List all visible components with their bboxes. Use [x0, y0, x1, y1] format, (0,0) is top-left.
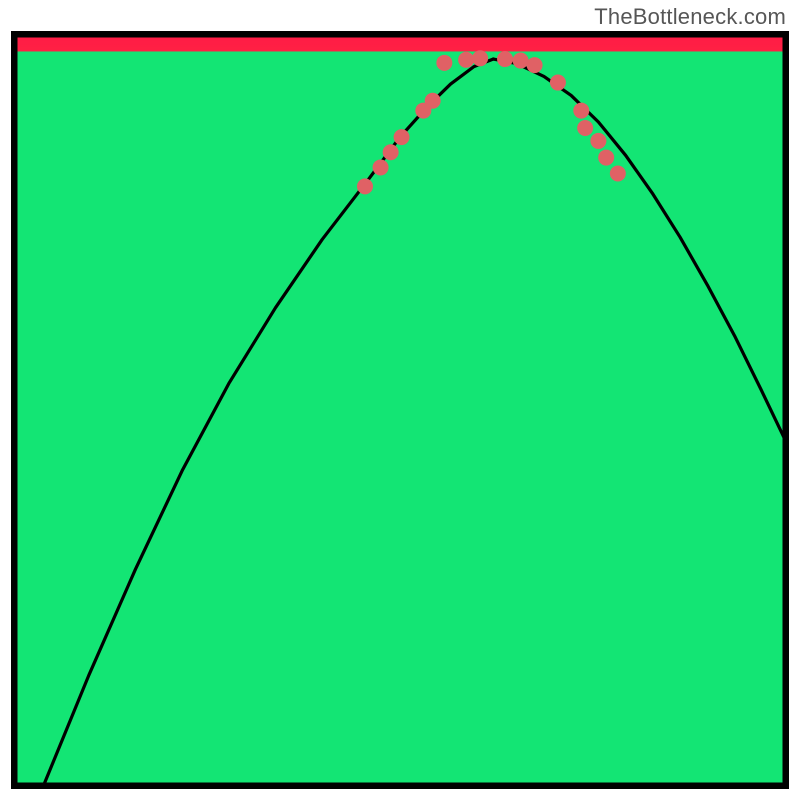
- data-marker: [550, 75, 566, 91]
- data-marker: [373, 159, 389, 175]
- data-marker: [472, 50, 488, 66]
- data-marker: [590, 133, 606, 149]
- data-marker: [610, 166, 626, 182]
- data-marker: [394, 129, 410, 145]
- data-marker: [497, 51, 513, 67]
- data-marker: [573, 103, 589, 119]
- data-marker: [598, 150, 614, 166]
- data-marker: [458, 52, 474, 68]
- chart-container: [11, 31, 789, 789]
- data-marker: [357, 178, 373, 194]
- data-marker: [577, 120, 593, 136]
- optimal-band: [11, 51, 789, 789]
- data-marker: [436, 55, 452, 71]
- data-marker: [383, 144, 399, 160]
- data-marker: [513, 53, 529, 69]
- data-marker: [527, 57, 543, 73]
- bottleneck-chart: [11, 31, 789, 789]
- watermark-text: TheBottleneck.com: [594, 4, 786, 30]
- data-marker: [425, 93, 441, 109]
